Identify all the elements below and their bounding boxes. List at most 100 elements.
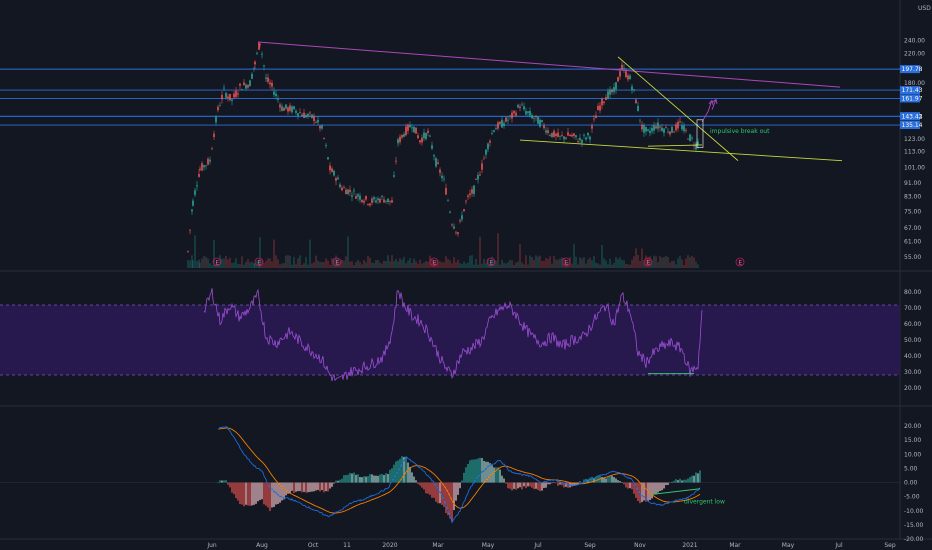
candle-body: [503, 123, 505, 126]
price-tick-label: 240.00: [904, 38, 925, 45]
candle-body: [659, 126, 661, 128]
candle-body: [643, 125, 645, 133]
volume-bar: [317, 260, 319, 268]
macd-histogram-bar: [367, 476, 369, 483]
candle-body: [627, 75, 629, 80]
macd-histogram-bar: [239, 482, 241, 505]
volume-bar: [307, 264, 309, 268]
volume-bar: [305, 257, 307, 268]
candle-body: [369, 203, 371, 206]
volume-bar: [353, 264, 355, 268]
macd-histogram-bar: [427, 482, 429, 494]
support-trendline[interactable]: [519, 139, 843, 162]
macd-histogram-bar: [655, 482, 657, 495]
macd-histogram-bar: [253, 482, 255, 505]
macd-histogram-bar: [263, 482, 265, 505]
macd-histogram-bar: [559, 482, 561, 485]
macd-histogram-bar: [295, 482, 297, 492]
candle-body: [559, 135, 561, 137]
candle-body: [207, 158, 209, 165]
macd-histogram-bar: [331, 482, 333, 487]
time-tick-label: 11: [343, 542, 351, 549]
candle-body: [443, 178, 445, 180]
candle-body: [469, 193, 471, 195]
macd-histogram-bar: [673, 480, 675, 483]
candle-body: [305, 114, 307, 118]
macd-histogram-bar: [521, 482, 523, 490]
volume-bar: [617, 259, 619, 268]
macd-histogram-bar: [621, 482, 623, 483]
macd-histogram-bar: [551, 482, 553, 484]
candle-body: [313, 115, 315, 122]
candle-body: [253, 67, 255, 69]
volume-bar: [581, 258, 583, 268]
macd-histogram-bar: [617, 480, 619, 483]
macd-histogram-bar: [429, 482, 431, 495]
macd-histogram-bar: [353, 472, 355, 483]
volume-bar: [395, 258, 397, 268]
candle-body: [397, 139, 399, 144]
volume-bar: [251, 261, 253, 268]
horizontal-levels[interactable]: [0, 68, 900, 126]
macd-histogram-bar: [259, 482, 261, 501]
candle-body: [359, 195, 361, 200]
macd-histogram-bar: [699, 470, 701, 483]
candle-body: [419, 140, 421, 143]
volume-bar: [481, 263, 483, 268]
resistance-trendline[interactable]: [257, 41, 841, 88]
volume-bar: [553, 255, 555, 268]
trendlines[interactable]: [257, 41, 843, 162]
volume-bar: [585, 263, 587, 268]
candle-body: [233, 93, 235, 98]
volume-bar: [325, 258, 327, 268]
candle-body: [633, 89, 635, 91]
volume-bar: [309, 239, 311, 268]
candle-body: [219, 105, 221, 107]
macd-histogram-bar: [431, 482, 433, 498]
macd-histogram-bar: [469, 460, 471, 483]
volume-bar: [207, 258, 209, 268]
volume-bar: [303, 263, 305, 268]
volume-bar: [673, 260, 675, 268]
chart-canvas[interactable]: USD EEEEEEEE 240.00220.00180.00123.00113…: [0, 0, 932, 550]
volume-bar: [283, 263, 285, 268]
time-axis[interactable]: Jun Aug Oct 11 2020 Mar May Jul Sep Nov 2021 Mar May…: [206, 542, 896, 549]
candle-body: [589, 136, 591, 140]
candle-body: [303, 112, 305, 118]
candle-body: [497, 122, 499, 129]
volume-bar: [249, 262, 251, 268]
candle-body: [307, 113, 309, 116]
macd-histogram-bar: [579, 481, 581, 483]
candle-body: [681, 125, 683, 130]
macd-histogram-bar: [651, 482, 653, 499]
candle-body: [251, 73, 253, 79]
volume-bar: [379, 262, 381, 268]
volume-bar: [192, 260, 194, 268]
candle-body: [491, 133, 493, 135]
candle-body: [256, 52, 258, 54]
candle-body: [277, 99, 279, 100]
macd-histogram-bar: [597, 475, 599, 483]
price-axis[interactable]: 240.00 220.00 180.00 123.00 113.00 101.00 91.0…: [900, 38, 925, 543]
macd-histogram-bar: [315, 482, 317, 491]
candle-body: [597, 105, 599, 111]
candle-body: [289, 105, 291, 111]
macd-histogram-bar: [235, 482, 237, 499]
candle-body: [679, 121, 681, 123]
macd-histogram-bar: [507, 482, 509, 489]
volume-bar: [357, 259, 359, 268]
macd-histogram-bar: [225, 480, 227, 483]
volume-bar: [659, 256, 661, 268]
candle-body: [365, 195, 367, 200]
macd-histogram-bar: [411, 472, 413, 483]
macd-histogram-bar: [631, 482, 633, 490]
macd-histogram-bar: [299, 482, 301, 492]
macd-histogram-bar: [245, 482, 247, 505]
price-tick-label: 101.00: [904, 165, 925, 172]
macd-histogram-bar: [375, 475, 377, 483]
candle-body: [403, 134, 405, 137]
candle-body: [653, 125, 655, 131]
macd-histogram-bar: [623, 482, 625, 485]
macd-histogram-bar: [505, 482, 507, 484]
macd-histogram-bar: [463, 472, 465, 483]
